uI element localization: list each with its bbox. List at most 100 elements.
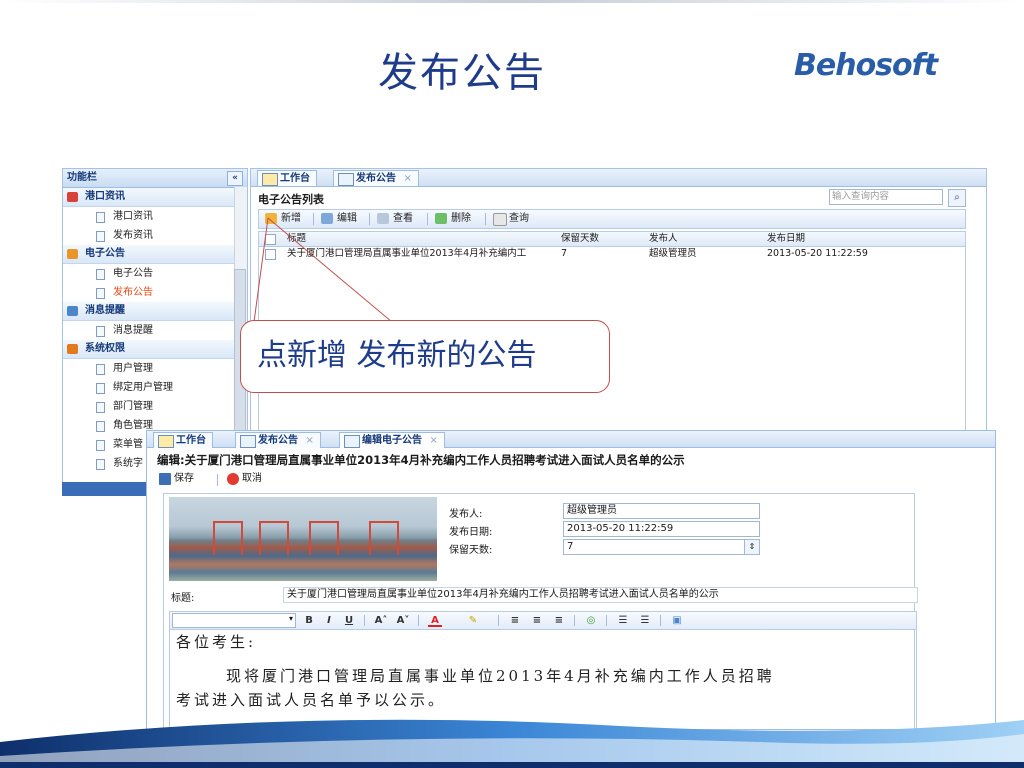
retention-days-stepper[interactable]: 7 ⇕: [563, 539, 760, 555]
sidebar-group-label: 电子公告: [85, 248, 125, 259]
save-icon: [159, 473, 171, 485]
slide-title: 发布公告: [378, 50, 546, 96]
add-button[interactable]: 新增: [265, 212, 301, 226]
sidebar-item-user-management[interactable]: 用户管理: [63, 359, 247, 378]
toolbar-separator: [498, 615, 499, 626]
sidebar-item-announcements[interactable]: 电子公告: [63, 264, 247, 283]
column-publisher[interactable]: 发布人: [649, 232, 759, 246]
column-retention-days[interactable]: 保留天数: [561, 232, 645, 246]
tab-publish-announcement[interactable]: 发布公告 ×: [333, 170, 419, 186]
add-icon: [265, 213, 277, 224]
sidebar-item-reminders[interactable]: 消息提醒: [63, 321, 247, 340]
rich-text-toolbar: ▾ B I U A˄ A˅ A ✎ ≡ ≡ ≡ ◎ ☰ ☰ ▣: [169, 611, 917, 630]
sidebar-group-permissions[interactable]: 系统权限: [63, 340, 247, 359]
highlight-icon[interactable]: ✎: [466, 613, 480, 628]
toolbar-separator: [485, 213, 486, 225]
decrease-font-button[interactable]: A˅: [396, 613, 410, 628]
spinner-icon[interactable]: ⇕: [744, 540, 759, 554]
publisher-field[interactable]: 超级管理员: [563, 503, 760, 519]
sidebar-item-bind-user-management[interactable]: 绑定用户管理: [63, 378, 247, 397]
publisher-label: 发布人:: [449, 509, 483, 520]
select-all-checkbox[interactable]: [265, 234, 276, 245]
tab-edit-announcement[interactable]: 编辑电子公告 ×: [339, 432, 445, 448]
sidebar-group-label: 港口资讯: [85, 191, 125, 202]
edit-button[interactable]: 编辑: [321, 212, 357, 226]
message-icon: [67, 306, 78, 316]
align-left-icon[interactable]: ≡: [508, 613, 522, 628]
sidebar-header: 功能栏 «: [63, 169, 247, 188]
home-icon: [158, 435, 174, 448]
query-button[interactable]: 查询: [493, 212, 529, 226]
collapse-icon[interactable]: «: [227, 171, 243, 186]
tab-label: 编辑电子公告: [362, 435, 422, 446]
cancel-icon: [227, 473, 239, 485]
column-publish-date[interactable]: 发布日期: [767, 232, 917, 246]
edit-icon: [344, 435, 360, 448]
close-icon[interactable]: ×: [429, 435, 437, 446]
title-field[interactable]: 关于厦门港口管理局直属事业单位2013年4月补充编内工作人员招聘考试进入面试人员…: [283, 587, 918, 603]
query-icon: [493, 213, 507, 226]
tab-workbench[interactable]: 工作台: [153, 432, 213, 448]
home-icon: [262, 173, 278, 186]
sidebar-item-publish-news[interactable]: 发布资讯: [63, 226, 247, 245]
brand-logo: Behosoft: [794, 48, 938, 83]
column-title[interactable]: 标题: [287, 232, 557, 246]
permissions-icon: [67, 344, 78, 354]
toolbar-separator: [427, 213, 428, 225]
font-color-button[interactable]: A: [428, 613, 442, 627]
sidebar-group-port-news[interactable]: 港口资讯: [63, 188, 247, 207]
delete-button-label: 删除: [451, 213, 471, 224]
tab-publish-announcement[interactable]: 发布公告 ×: [235, 432, 321, 448]
ordered-list-icon[interactable]: ☰: [616, 613, 630, 628]
search-input[interactable]: 输入查询内容: [829, 189, 943, 205]
sidebar-group-label: 消息提醒: [85, 305, 125, 316]
sidebar-item-publish-announcement[interactable]: 发布公告: [63, 283, 247, 302]
cancel-button-label: 取消: [242, 473, 262, 484]
sidebar-header-label: 功能栏: [67, 172, 97, 183]
edit-announcement-window: 工作台 发布公告 × 编辑电子公告 × 编辑:关于厦门港口管理局直属事业单位20…: [146, 430, 996, 730]
save-button-label: 保存: [174, 473, 194, 484]
editor-title: 编辑:关于厦门港口管理局直属事业单位2013年4月补充编内工作人员招聘考试进入面…: [157, 453, 685, 467]
sidebar-group-announcements[interactable]: 电子公告: [63, 245, 247, 264]
tab-workbench[interactable]: 工作台: [257, 170, 317, 186]
toolbar-separator: [418, 615, 419, 626]
cancel-button[interactable]: 取消: [225, 471, 262, 487]
editor-greeting: 各位考生:: [176, 633, 257, 651]
sidebar-item-port-news[interactable]: 港口资讯: [63, 207, 247, 226]
publish-date-field[interactable]: 2013-05-20 11:22:59: [563, 521, 760, 537]
search-icon[interactable]: ⌕: [948, 189, 966, 207]
editor-tab-bar: 工作台 发布公告 × 编辑电子公告 ×: [147, 431, 995, 448]
tab-label: 工作台: [280, 173, 310, 184]
table-row[interactable]: 关于厦门港口管理局直属事业单位2013年4月补充编内工 7 超级管理员 2013…: [259, 247, 965, 261]
unordered-list-icon[interactable]: ☰: [638, 613, 652, 628]
list-icon: [240, 435, 256, 448]
bold-button[interactable]: B: [302, 613, 316, 628]
editor-paragraph-line-2: 考试进入面试人员名单予以公示。: [176, 691, 447, 709]
close-icon[interactable]: ×: [403, 173, 411, 184]
pane-title: 电子公告列表: [258, 193, 324, 206]
font-select[interactable]: ▾: [172, 613, 296, 628]
align-center-icon[interactable]: ≡: [530, 613, 544, 628]
title-label: 标题:: [171, 593, 195, 604]
toolbar-separator: [364, 615, 365, 626]
view-button[interactable]: 查看: [377, 212, 413, 226]
row-checkbox[interactable]: [265, 249, 276, 260]
query-button-label: 查询: [509, 213, 529, 224]
list-toolbar: 新增 编辑 查看 删除 查询: [258, 209, 966, 229]
save-button[interactable]: 保存: [157, 471, 194, 487]
link-icon[interactable]: ◎: [584, 613, 598, 628]
image-icon[interactable]: ▣: [670, 613, 684, 628]
align-right-icon[interactable]: ≡: [552, 613, 566, 628]
callout-text: 点新增 发布新的公告: [257, 338, 537, 373]
tab-bar: 工作台 发布公告 ×: [251, 169, 986, 187]
bottom-wave-decoration: [0, 719, 1024, 768]
delete-button[interactable]: 删除: [435, 212, 471, 226]
sidebar-item-department-management[interactable]: 部门管理: [63, 397, 247, 416]
publish-date-label: 发布日期:: [449, 527, 493, 538]
sidebar-group-reminders[interactable]: 消息提醒: [63, 302, 247, 321]
italic-button[interactable]: I: [322, 613, 336, 628]
close-icon[interactable]: ×: [305, 435, 313, 446]
increase-font-button[interactable]: A˄: [374, 613, 388, 628]
underline-button[interactable]: U: [342, 613, 356, 628]
cell-publish-date: 2013-05-20 11:22:59: [767, 248, 868, 259]
